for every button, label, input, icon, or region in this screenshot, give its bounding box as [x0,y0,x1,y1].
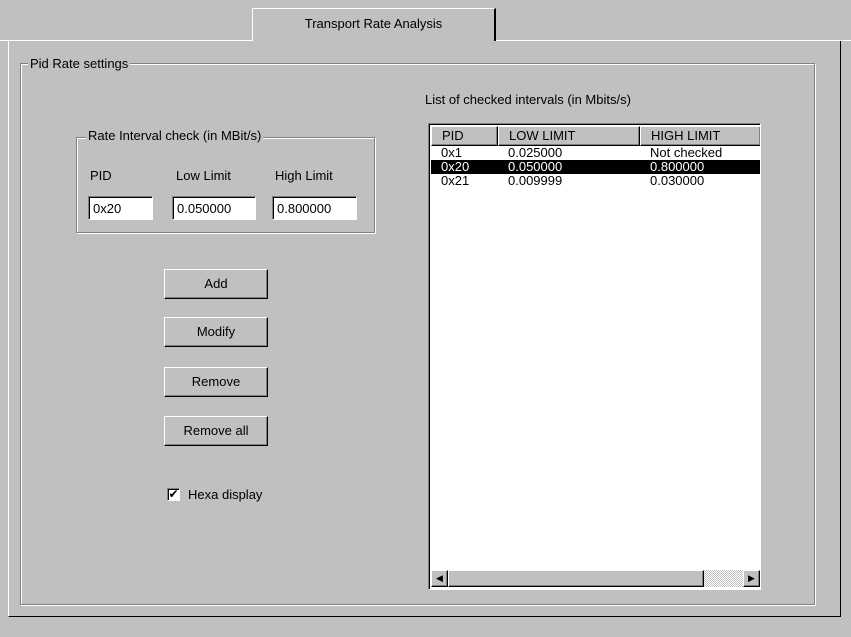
list-cell-pid: 0x20 [441,159,470,174]
scroll-left-icon[interactable]: ◀ [431,570,448,587]
add-button[interactable]: Add [164,269,268,299]
pid-rate-settings-title: Pid Rate settings [28,56,131,71]
scroll-right-icon[interactable]: ▶ [743,570,760,587]
column-header-high-limit[interactable]: HIGH LIMIT [640,126,760,146]
rate-interval-title: Rate Interval check (in MBit/s) [86,128,264,143]
scroll-thumb[interactable] [448,570,704,587]
list-cell-low: 0.009999 [508,173,563,188]
high-limit-input[interactable]: 0.800000 [272,196,357,220]
tab-transport-rate-analysis[interactable]: Transport Rate Analysis [252,8,496,41]
tab-gap [253,40,494,42]
remove-all-button[interactable]: Remove all [164,416,268,446]
list-cell-pid: 0x1 [441,145,462,160]
list-cell-low: 0.025000 [508,145,563,160]
list-row-0[interactable]: 0x1 0.025000 Not checked [431,146,760,160]
low-limit-input[interactable]: 0.050000 [172,196,256,220]
low-limit-label: Low Limit [176,168,231,183]
list-cell-pid: 0x21 [441,173,470,188]
horizontal-scrollbar[interactable]: ◀ ▶ [431,570,760,587]
column-header-low-limit[interactable]: LOW LIMIT [498,126,640,146]
tab-label: Transport Rate Analysis [304,16,443,31]
hexa-display-checkbox[interactable]: ✔ [167,488,180,501]
intervals-list-caption: List of checked intervals (in Mbits/s) [425,92,631,107]
modify-button[interactable]: Modify [164,317,268,347]
list-cell-high: Not checked [650,145,723,160]
list-row-1[interactable]: 0x20 0.050000 0.800000 [431,160,760,174]
list-row-2[interactable]: 0x21 0.009999 0.030000 [431,174,760,188]
remove-button[interactable]: Remove [164,367,268,397]
hexa-display-label[interactable]: Hexa display [188,487,262,502]
list-header: PID LOW LIMIT HIGH LIMIT [431,126,760,146]
column-header-pid[interactable]: PID [431,126,498,146]
list-cell-low: 0.050000 [508,159,563,174]
pid-input[interactable]: 0x20 [88,196,153,220]
intervals-list[interactable]: PID LOW LIMIT HIGH LIMIT 0x1 0.025000 No… [428,123,761,590]
pid-label: PID [90,168,112,183]
high-limit-label: High Limit [275,168,333,183]
list-cell-high: 0.800000 [650,159,705,174]
list-cell-high: 0.030000 [650,173,705,188]
